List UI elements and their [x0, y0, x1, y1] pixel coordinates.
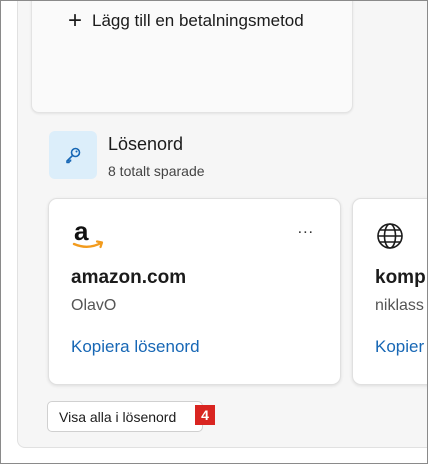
more-options-icon[interactable]: ...: [298, 221, 314, 237]
copy-password-link[interactable]: Kopiera lösenord: [71, 337, 200, 357]
svg-text:a: a: [74, 219, 89, 246]
amazon-logo-icon: a: [71, 216, 107, 251]
password-card-second[interactable]: komp niklass Kopier: [352, 198, 427, 385]
add-payment-method-button[interactable]: + Lägg till en betalningsmetod: [66, 7, 304, 34]
password-card-amazon[interactable]: a ... amazon.com OlavO Kopiera lösenord: [48, 198, 341, 385]
plus-icon: +: [67, 7, 82, 34]
payment-methods-card: + Lägg till en betalningsmetod: [31, 1, 353, 113]
copy-password-link[interactable]: Kopier: [375, 337, 424, 357]
site-name: komp: [375, 267, 426, 288]
username: niklass: [375, 297, 424, 314]
passwords-section-title: Lösenord: [108, 134, 184, 154]
globe-icon: [375, 221, 411, 253]
passwords-count: 8 totalt sparade: [108, 163, 205, 179]
screenshot-frame: + Lägg till en betalningsmetod Lösenord …: [0, 0, 428, 464]
add-payment-method-label: Lägg till en betalningsmetod: [92, 11, 304, 30]
site-name: amazon.com: [71, 267, 187, 288]
show-all-label: Visa alla i lösenord: [59, 408, 177, 425]
key-icon: [49, 131, 97, 179]
show-all-passwords-button[interactable]: Visa alla i lösenord: [47, 401, 203, 432]
username: OlavO: [71, 297, 117, 314]
annotation-badge: 4: [195, 405, 215, 425]
